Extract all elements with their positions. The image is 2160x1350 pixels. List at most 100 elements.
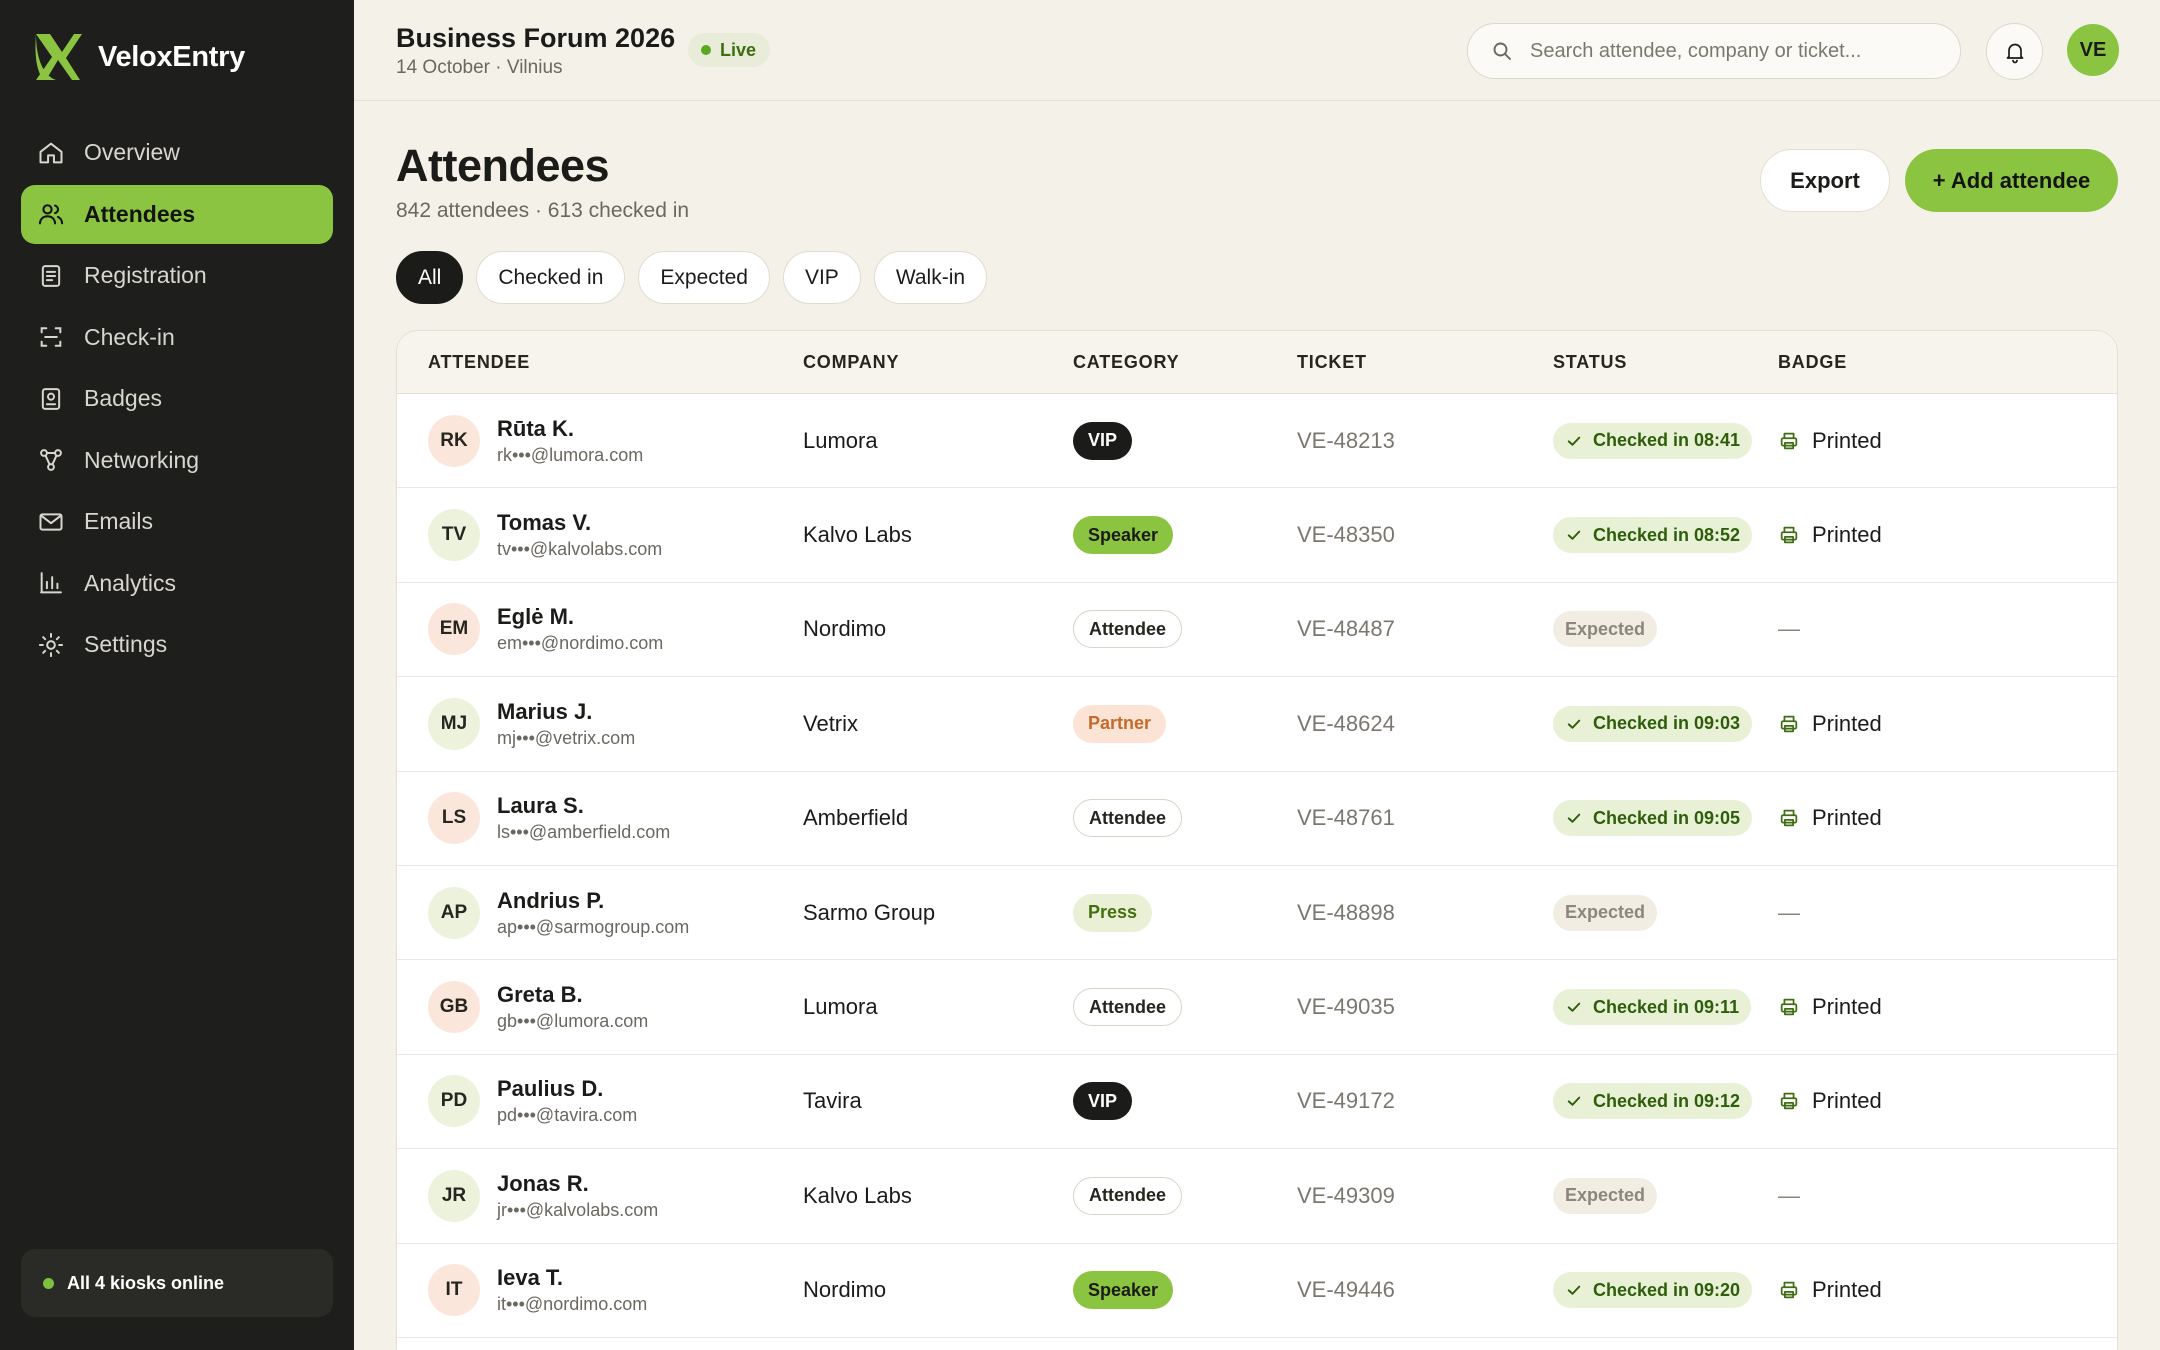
attendee-cell: JR Jonas R. jr•••@kalvolabs.com xyxy=(428,1149,658,1242)
sidebar-item-emails[interactable]: Emails xyxy=(21,492,333,551)
table-row[interactable]: GB Greta B. gb•••@lumora.com Lumora Atte… xyxy=(397,960,2117,1055)
status-cell: Checked in 09:20 xyxy=(1553,1244,1753,1337)
sidebar-item-attendees[interactable]: Attendees xyxy=(21,184,333,244)
filter-chip-all[interactable]: All xyxy=(396,251,464,304)
table-row[interactable]: PD Paulius D. pd•••@tavira.com Tavira VI… xyxy=(397,1055,2117,1150)
top-bar: Business Forum 2026 14 October · Vilnius… xyxy=(354,0,2160,101)
attendee-avatar: IT xyxy=(428,1264,480,1317)
filter-chip-expected[interactable]: Expected xyxy=(638,251,770,304)
attendee-name[interactable]: Laura S. xyxy=(497,793,670,819)
search-input[interactable] xyxy=(1530,39,1950,63)
kiosk-status: All 4 kiosks online xyxy=(21,1249,333,1317)
sidebar-item-check-in[interactable]: Check-in xyxy=(21,308,333,367)
status-label: Checked in 08:41 xyxy=(1593,430,1741,451)
attendee-email: ls•••@amberfield.com xyxy=(497,822,671,843)
sidebar-item-label: Settings xyxy=(84,631,168,657)
attendee-name[interactable]: Marius J. xyxy=(497,699,635,725)
filter-chip-walk-in[interactable]: Walk-in xyxy=(873,251,988,304)
badge-status-label[interactable]: Printed xyxy=(1812,805,1882,831)
check-icon xyxy=(1567,813,1581,823)
sidebar-item-label: Attendees xyxy=(84,200,196,227)
badge-status-label[interactable]: Printed xyxy=(1812,994,1882,1020)
attendee-name[interactable]: Eglė M. xyxy=(497,604,663,630)
badge-status-label: — xyxy=(1778,1182,1800,1208)
badge-status-label[interactable]: Printed xyxy=(1812,522,1882,548)
sidebar-item-analytics[interactable]: Analytics xyxy=(21,554,333,613)
page-title: Attendees xyxy=(396,140,610,191)
table-row[interactable]: LS Laura S. ls•••@amberfield.com Amberfi… xyxy=(397,772,2117,866)
attendee-email: jr•••@kalvolabs.com xyxy=(497,1199,659,1220)
bell-icon xyxy=(2006,43,2023,63)
status-badge: Checked in 09:12 xyxy=(1553,1083,1753,1120)
add-attendee-button[interactable]: + Add attendee xyxy=(1905,149,2118,212)
ticket-cell: VE-49172 xyxy=(1297,1088,1395,1114)
attendee-name[interactable]: Paulius D. xyxy=(497,1076,637,1102)
sidebar-item-registration[interactable]: Registration xyxy=(21,246,333,305)
check-icon xyxy=(1567,1285,1581,1295)
badge-cell: Printed xyxy=(1778,394,1882,487)
category-pill: Press xyxy=(1073,893,1153,932)
column-header-status[interactable]: STATUS xyxy=(1553,331,1627,394)
category-cell: Attendee xyxy=(1073,772,1183,865)
brand[interactable]: VeloxEntry xyxy=(32,30,245,84)
attendee-avatar: TV xyxy=(428,509,480,562)
table-row[interactable]: JR Jonas R. jr•••@kalvolabs.com Kalvo La… xyxy=(397,1149,2117,1244)
gear-icon xyxy=(38,632,64,657)
category-pill: Speaker xyxy=(1073,516,1174,555)
printer-icon xyxy=(1780,526,1798,544)
badge-status-label[interactable]: Printed xyxy=(1812,711,1882,737)
status-label: Checked in 09:20 xyxy=(1593,1279,1741,1300)
notifications-button[interactable] xyxy=(1986,23,2043,80)
ticket-cell: VE-48761 xyxy=(1297,805,1395,831)
badge-status-label[interactable]: Printed xyxy=(1812,1088,1882,1114)
attendee-name[interactable]: Jonas R. xyxy=(497,1171,658,1197)
attendee-name[interactable]: Ieva T. xyxy=(497,1265,647,1291)
column-header-attendee[interactable]: ATTENDEE xyxy=(428,331,530,394)
table-header: ATTENDEE COMPANY CATEGORY TICKET STATUS … xyxy=(397,331,2117,394)
attendee-name[interactable]: Rūta K. xyxy=(497,416,643,442)
column-header-ticket[interactable]: TICKET xyxy=(1297,331,1367,394)
company-cell: Kalvo Labs xyxy=(803,522,912,548)
company-cell: Nordimo xyxy=(803,616,887,642)
table-row[interactable]: IT Ieva T. it•••@nordimo.com Nordimo Spe… xyxy=(397,1244,2117,1338)
badge-status-label[interactable]: Printed xyxy=(1812,1277,1882,1303)
sidebar-item-badges[interactable]: Badges xyxy=(21,369,333,428)
category-pill: Partner xyxy=(1073,704,1167,743)
export-button[interactable]: Export xyxy=(1760,149,1890,212)
column-header-badge[interactable]: BADGE xyxy=(1778,331,1847,394)
event-title[interactable]: Business Forum 2026 xyxy=(396,23,675,54)
table-row[interactable]: AP Andrius P. ap•••@sarmogroup.com Sarmo… xyxy=(397,866,2117,961)
filter-chip-checked-in[interactable]: Checked in xyxy=(476,251,626,304)
status-badge: Checked in 09:11 xyxy=(1553,989,1752,1026)
column-header-company[interactable]: COMPANY xyxy=(803,331,899,394)
sidebar-item-settings[interactable]: Settings xyxy=(21,615,333,674)
badge-status-label[interactable]: Printed xyxy=(1812,428,1882,454)
sidebar-item-overview[interactable]: Overview xyxy=(21,123,333,182)
column-header-category[interactable]: CATEGORY xyxy=(1073,331,1179,394)
status-cell: Expected xyxy=(1553,583,1658,676)
filter-chip-vip[interactable]: VIP xyxy=(782,251,861,304)
company-cell: Lumora xyxy=(803,427,878,453)
attendee-avatar: PD xyxy=(428,1075,480,1128)
table-row[interactable]: TV Tomas V. tv•••@kalvolabs.com Kalvo La… xyxy=(397,488,2117,583)
table-row[interactable]: MJ Marius J. mj•••@vetrix.com Vetrix Par… xyxy=(397,677,2117,772)
user-avatar[interactable]: VE xyxy=(2067,24,2119,76)
attendee-cell: PD Paulius D. pd•••@tavira.com xyxy=(428,1055,637,1148)
search-box[interactable] xyxy=(1467,23,1961,79)
mail-icon xyxy=(39,512,63,531)
table-row[interactable]: EM Eglė M. em•••@nordimo.com Nordimo Att… xyxy=(397,583,2117,678)
company-cell: Sarmo Group xyxy=(803,899,936,925)
attendee-avatar: EM xyxy=(428,603,480,656)
search-icon xyxy=(1493,42,1511,60)
status-label: Checked in 08:52 xyxy=(1593,524,1741,545)
printer-icon xyxy=(1780,715,1798,733)
status-cell: Expected xyxy=(1553,1149,1658,1242)
attendee-name[interactable]: Andrius P. xyxy=(497,888,689,914)
sidebar-item-networking[interactable]: Networking xyxy=(21,431,333,490)
attendee-name[interactable]: Greta B. xyxy=(497,982,648,1008)
sidebar-item-label: Emails xyxy=(84,508,154,534)
status-cell: Checked in 09:03 xyxy=(1553,677,1753,770)
attendee-name[interactable]: Tomas V. xyxy=(497,510,662,536)
table-row[interactable]: RK Rūta K. rk•••@lumora.com Lumora VIP V… xyxy=(397,394,2117,489)
status-cell: Checked in 09:05 xyxy=(1553,772,1753,865)
